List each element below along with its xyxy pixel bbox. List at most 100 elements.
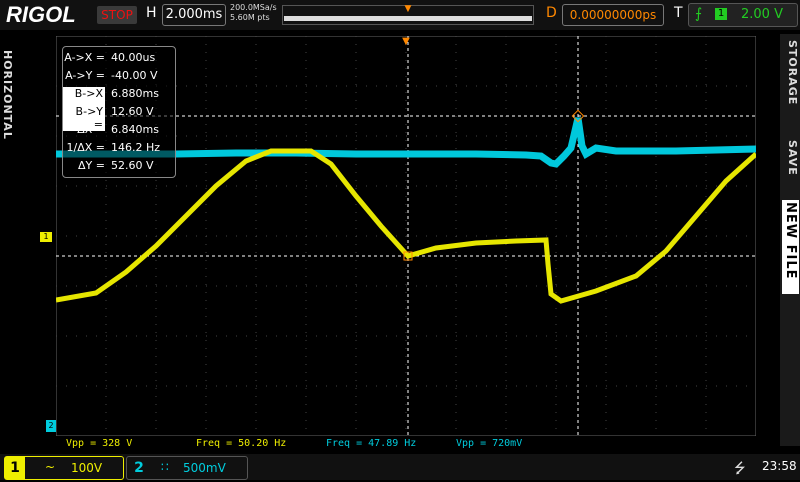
measurement-row: B->Y = 12.60 V [63,105,173,131]
grid-dot [455,188,457,189]
grid-dot [505,428,507,429]
grid-dot [305,212,307,213]
grid-dot [255,44,257,45]
tab-save[interactable]: SAVE [786,140,799,176]
grid-dot [305,84,307,85]
grid-dot [366,85,367,87]
grid-dot [155,300,157,301]
grid-dot [405,396,407,397]
grid-dot [555,172,557,173]
grid-dot [156,185,157,187]
grid-dot [356,135,357,137]
grid-dot [455,396,457,397]
run-stop-indicator[interactable]: STOP [97,6,137,24]
tab-storage[interactable]: STORAGE [786,40,799,105]
grid-dot [586,285,587,287]
grid-dot [205,244,207,245]
grid-dot [505,220,507,221]
grid-dot [305,428,307,429]
grid-dot [505,244,507,245]
grid-dot [705,404,707,405]
grid-dot [656,385,657,387]
grid-dot [726,235,727,237]
grid-dot [696,185,697,187]
grid-dot [505,92,507,93]
grid-dot [626,335,627,337]
grid-dot [655,364,657,365]
grid-dot [655,52,657,53]
grid-dot [76,185,77,187]
grid-dot [326,385,327,387]
memory-overview-bar[interactable]: ▼ [282,4,534,25]
grid-dot [736,385,737,387]
grid-dot [705,180,707,181]
channel-2-button[interactable]: 2 ∷ 500mV [126,456,248,480]
trigger-settings[interactable]: ⨍ 1 2.00 V [688,3,798,27]
grid-dot [356,285,357,287]
grid-dot [56,135,57,137]
measurement-row: ΔY = 52.60 V [63,159,173,175]
grid-dot [305,396,307,397]
grid-dot [455,300,457,301]
grid-dot [205,188,207,189]
grid-dot [456,135,457,137]
grid-dot [555,364,557,365]
channel-1-button[interactable]: 1 ~ 100V [4,456,124,480]
grid-dot [205,76,207,77]
grid-dot [455,292,457,293]
grid-dot [555,428,557,429]
grid-dot [655,396,657,397]
grid-dot [555,412,557,413]
grid-dot [555,284,557,285]
grid-dot [305,100,307,101]
grid-dot [655,140,657,141]
grid-dot [636,335,637,337]
grid-dot [526,85,527,87]
tab-new-file[interactable]: NEW FILE [782,200,799,294]
grid-dot [305,388,307,389]
grid-dot [266,385,267,387]
grid-dot [305,372,307,373]
grid-dot [406,85,407,87]
grid-dot [66,185,67,187]
grid-dot [455,268,457,269]
grid-dot [305,140,307,141]
grid-dot [455,164,457,165]
grid-dot [505,124,507,125]
grid-dot [506,335,507,337]
grid-dot [355,268,357,269]
grid-dot [405,228,407,229]
grid-dot [205,300,207,301]
grid-dot [505,260,507,261]
grid-dot [505,132,507,133]
grid-dot [586,185,587,187]
grid-dot [476,235,477,237]
grid-dot [405,172,407,173]
grid-dot [476,285,477,287]
grid-dot [355,228,357,229]
grid-dot [505,324,507,325]
grid-dot [455,356,457,357]
delay-value[interactable]: 0.00000000ps [562,4,664,26]
grid-dot [155,228,157,229]
trigger-position-marker[interactable]: ▼ [401,36,411,48]
grid-dot [186,285,187,287]
grid-dot [716,185,717,187]
channel-2-ground-marker[interactable]: 2 [46,420,56,432]
grid-dot [216,285,217,287]
tab-horizontal[interactable]: HORIZONTAL [1,40,14,150]
grid-dot [105,324,107,325]
timebase-value[interactable]: 2.000ms [162,4,226,26]
grid-dot [705,164,707,165]
grid-dot [596,335,597,337]
grid-dot [405,76,407,77]
grid-dot [305,308,307,309]
grid-dot [655,244,657,245]
measurement-value: 6.880ms [111,87,159,100]
channel-1-ground-marker[interactable]: 1 [40,232,52,242]
grid-dot [226,85,227,87]
grid-dot [555,404,557,405]
grid-dot [355,324,357,325]
grid-dot [105,180,107,181]
grid-dot [305,284,307,285]
